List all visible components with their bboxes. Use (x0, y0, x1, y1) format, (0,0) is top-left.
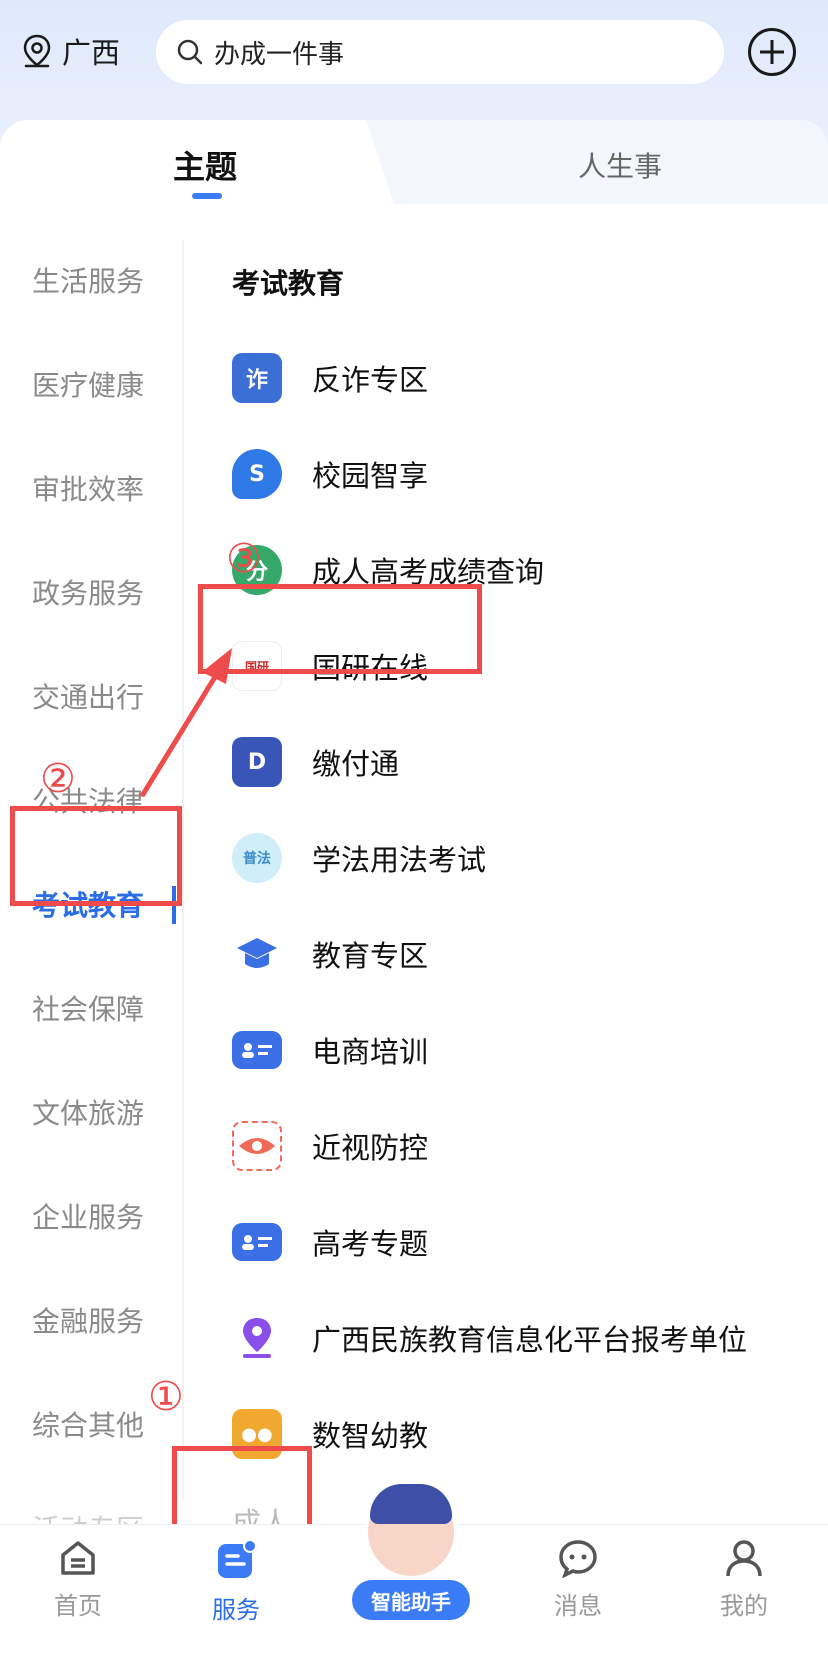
annotation-arrow (139, 648, 232, 798)
nav-home-label: 首页 (54, 1592, 102, 1620)
nav-service[interactable]: 服务 (186, 1538, 286, 1625)
nav-profile[interactable]: 我的 (694, 1538, 794, 1621)
assistant-button[interactable]: 智能助手 (352, 1484, 470, 1634)
service-icon (218, 1539, 257, 1578)
nav-messages-label: 消息 (554, 1592, 602, 1620)
user-icon (726, 1540, 762, 1577)
nav-messages[interactable]: 消息 (528, 1538, 628, 1621)
nav-home[interactable]: 首页 (28, 1538, 128, 1621)
assistant-hat (370, 1484, 452, 1524)
message-icon (559, 1540, 597, 1578)
home-icon (61, 1541, 95, 1575)
nav-service-label: 服务 (212, 1596, 260, 1624)
nav-profile-label: 我的 (720, 1592, 768, 1620)
assistant-label: 智能助手 (352, 1580, 470, 1620)
